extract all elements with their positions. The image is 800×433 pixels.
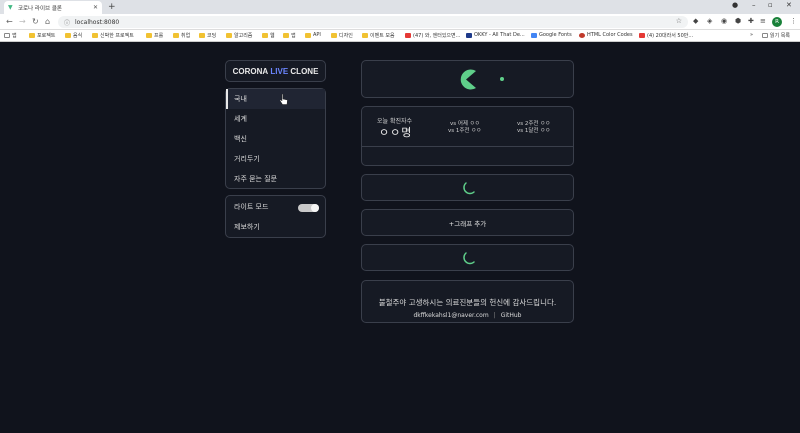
forward-icon[interactable]: →	[19, 17, 26, 27]
google-fonts-icon	[531, 32, 537, 38]
app-logo[interactable]: CORONA LIVE CLONE	[225, 60, 326, 82]
extension-icon-4[interactable]: ⬢	[735, 17, 741, 26]
folder-icon	[29, 33, 35, 38]
pacman-icon	[460, 69, 504, 90]
menu-item-vaccine[interactable]: 백신	[226, 129, 325, 149]
bookmark-folder[interactable]: 코딩	[199, 32, 216, 39]
contact-links: dkffkekahsl1@naver.com | GitHub	[362, 312, 573, 319]
folder-icon	[331, 33, 337, 38]
bookmark-folder[interactable]: 이벤트 모음	[362, 32, 395, 39]
today-stats-card: 오늘 확진자수 ㅇㅇ명 vs 어제 ㅇㅇ vs 1주전 ㅇㅇ vs 2주전 ㅇㅇ…	[361, 106, 574, 147]
pacman-dot	[500, 77, 504, 81]
light-mode-toggle[interactable]	[298, 204, 319, 212]
bookmark-folder[interactable]: 앱	[283, 32, 296, 39]
browser-tab[interactable]: ▼ 코로나 라이브 클론 ✕	[4, 1, 102, 14]
menu-item-domestic[interactable]: 국내	[226, 89, 325, 109]
menu-item-faq[interactable]: 자주 묻는 질문	[226, 169, 325, 189]
browser-menu-icon[interactable]: ⋮	[790, 17, 797, 26]
url-text: localhost:8080	[75, 18, 120, 26]
vs-yesterday: vs 어제 ㅇㅇ	[450, 121, 480, 127]
more-bookmarks-icon[interactable]: »	[750, 32, 753, 38]
bookmark-google-fonts[interactable]: Google Fonts	[531, 32, 572, 38]
report-link[interactable]: 제보하기	[226, 217, 325, 237]
browser-tab-bar: ▼ 코로나 라이브 클론 ✕ + ● – ▫ ✕	[0, 0, 800, 14]
new-tab-button[interactable]: +	[108, 2, 116, 12]
bookmark-folder[interactable]: API	[305, 32, 321, 38]
email-link[interactable]: dkffkekahsl1@naver.com	[413, 312, 488, 319]
extension-icon-2[interactable]: ◈	[707, 17, 712, 26]
menu-item-world[interactable]: 세계	[226, 109, 325, 129]
menu-item-distancing[interactable]: 거리두기	[226, 149, 325, 169]
bookmarks-bar: 앱 포로젝트 음식 신박한 프로젝트 프롤 취업 코딩 알고리즘 웹 앱 API…	[0, 30, 800, 42]
folder-icon	[146, 33, 152, 38]
bookmark-apps[interactable]: 앱	[4, 32, 17, 39]
bookmark-youtube[interactable]: (4) 20대라서 50만...	[639, 32, 693, 39]
side-menu: 국내 세계 백신 거리두기 자주 묻는 질문	[225, 88, 326, 189]
vs-1week: vs 1주전 ㅇㅇ	[448, 128, 482, 134]
spinner-icon	[463, 252, 475, 265]
folder-icon	[65, 33, 71, 38]
folder-icon	[173, 33, 179, 38]
browser-toolbar: ← → ↻ ⌂ ⓘ localhost:8080 ☆ ◆ ◈ ◉ ⬢ ✚ ≡ ⋮	[0, 14, 800, 30]
bookmark-folder[interactable]: 웹	[262, 32, 275, 39]
folder-icon	[362, 33, 368, 38]
maximize-icon[interactable]: ▫	[768, 1, 773, 9]
folder-icon	[262, 33, 268, 38]
folder-icon	[92, 33, 98, 38]
youtube-icon	[405, 33, 411, 38]
profile-menu-icon[interactable]: ●	[732, 1, 738, 9]
folder-icon	[226, 33, 232, 38]
folder-icon	[305, 32, 311, 38]
tab-title: 코로나 라이브 클론	[18, 5, 62, 12]
thanks-message: 불철주야 고생하시는 의료진분들의 헌신에 감사드립니다.	[378, 298, 557, 307]
today-value: ㅇㅇ명	[379, 126, 413, 139]
minimize-icon[interactable]: –	[752, 1, 756, 9]
html-color-icon	[579, 32, 585, 38]
profile-avatar[interactable]: R	[772, 17, 782, 27]
okky-icon	[466, 32, 472, 38]
bookmark-folder[interactable]: 디자인	[331, 32, 353, 39]
vs-2weeks: vs 2주전 ㅇㅇ	[517, 121, 551, 127]
bookmark-folder[interactable]: 프롤	[146, 32, 163, 39]
settings-panel: 라이트 모드 제보하기	[225, 195, 326, 238]
bookmark-okky[interactable]: OKKY - All That De...	[466, 32, 525, 38]
bookmark-folder[interactable]: 알고리즘	[226, 32, 252, 39]
graph-loading-card	[361, 174, 574, 201]
apps-icon	[4, 33, 10, 38]
graph-loading-card	[361, 244, 574, 271]
separator: |	[493, 312, 496, 319]
mouse-cursor-icon	[279, 93, 288, 108]
media-icon[interactable]: ≡	[760, 17, 766, 26]
vue-favicon-icon: ▼	[8, 3, 13, 11]
extension-icon-3[interactable]: ◉	[721, 17, 727, 26]
bookmark-folder[interactable]: 취업	[173, 32, 190, 39]
reload-icon[interactable]: ↻	[32, 17, 39, 27]
vs-1month: vs 1달전 ㅇㅇ	[517, 128, 551, 134]
address-bar[interactable]: ⓘ localhost:8080 ☆	[58, 16, 688, 28]
back-icon[interactable]: ←	[6, 17, 13, 27]
bookmark-star-icon[interactable]: ☆	[676, 17, 682, 25]
loading-pacman-card	[361, 60, 574, 98]
bookmark-youtube[interactable]: (47) 와, 엔터있으면...	[405, 32, 460, 39]
bookmark-folder[interactable]: 포로젝트	[29, 32, 55, 39]
close-tab-icon[interactable]: ✕	[93, 4, 98, 11]
bookmark-folder[interactable]: 음식	[65, 32, 82, 39]
reading-list-icon	[762, 33, 768, 38]
youtube-icon	[639, 33, 645, 38]
reading-list[interactable]: 읽기 목록	[762, 32, 790, 39]
folder-icon	[199, 33, 205, 38]
extensions-puzzle-icon[interactable]: ✚	[748, 17, 754, 26]
close-window-icon[interactable]: ✕	[786, 1, 792, 9]
folder-icon	[283, 33, 289, 38]
add-graph-button[interactable]: +그래프 추가	[361, 209, 574, 236]
stats-detail-bar	[361, 146, 574, 166]
bookmark-html-colors[interactable]: HTML Color Codes	[579, 32, 633, 38]
footer: 불철주야 고생하시는 의료진분들의 헌신에 감사드립니다. dkffkekahs…	[361, 280, 574, 323]
home-icon[interactable]: ⌂	[45, 17, 50, 27]
bookmark-folder[interactable]: 신박한 프로젝트	[92, 32, 134, 39]
spinner-icon	[463, 182, 475, 195]
extension-icon-1[interactable]: ◆	[693, 17, 698, 26]
github-link[interactable]: GitHub	[501, 312, 522, 319]
site-info-icon[interactable]: ⓘ	[64, 18, 70, 27]
